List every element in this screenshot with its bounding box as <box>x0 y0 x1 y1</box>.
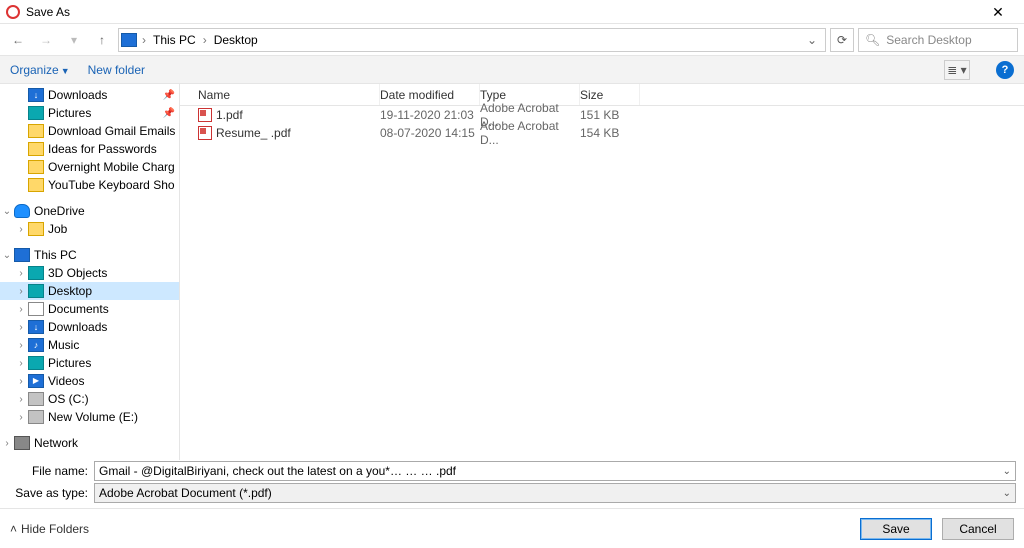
pictures-icon <box>28 356 44 370</box>
file-size: 151 KB <box>580 108 640 122</box>
tree-drive-e[interactable]: › New Volume (E:) <box>0 408 179 426</box>
pictures-icon <box>28 106 44 120</box>
chevron-right-icon: › <box>139 33 149 47</box>
crumb-desktop[interactable]: Desktop <box>212 33 260 47</box>
file-name: 1.pdf <box>216 108 243 122</box>
tree-music[interactable]: › Music <box>0 336 179 354</box>
drive-icon <box>28 392 44 406</box>
recent-dropdown[interactable]: ▾ <box>62 28 86 52</box>
hide-folders-toggle[interactable]: ˄ Hide Folders <box>10 522 89 536</box>
this-pc-icon <box>14 248 30 262</box>
tree-item[interactable]: Overnight Mobile Chargin <box>0 158 179 176</box>
back-button[interactable]: ← <box>6 28 30 52</box>
file-name: Resume_ .pdf <box>216 126 291 140</box>
nav-tree[interactable]: Downloads📌 Pictures📌 Download Gmail Emai… <box>0 84 180 460</box>
col-date[interactable]: Date modified <box>380 84 480 105</box>
chevron-down-icon[interactable]: ⌄ <box>1003 466 1011 477</box>
file-type: Adobe Acrobat D... <box>480 119 580 147</box>
col-name[interactable]: Name <box>180 84 380 105</box>
footer-bar: ˄ Hide Folders Save Cancel <box>0 508 1024 548</box>
file-list: Name Date modified Type Size 1.pdf 19-11… <box>180 84 1024 460</box>
drive-icon <box>28 410 44 424</box>
pin-icon: 📌 <box>163 108 175 119</box>
file-size: 154 KB <box>580 126 640 140</box>
save-button[interactable]: Save <box>860 518 932 540</box>
videos-icon <box>28 374 44 388</box>
file-row[interactable]: 1.pdf 19-11-2020 21:03 Adobe Acrobat D..… <box>180 106 1024 124</box>
network-icon <box>14 436 30 450</box>
tree-downloads[interactable]: Downloads📌 <box>0 86 179 104</box>
expand-icon[interactable]: ⌄ <box>0 250 14 261</box>
tree-desktop[interactable]: › Desktop <box>0 282 179 300</box>
filename-input[interactable]: Gmail - @DigitalBiriyani, check out the … <box>94 461 1016 481</box>
saveastype-label: Save as type: <box>8 486 88 500</box>
tree-item[interactable]: YouTube Keyboard Shortcu <box>0 176 179 194</box>
col-size[interactable]: Size <box>580 84 640 105</box>
file-row[interactable]: Resume_ .pdf 08-07-2020 14:15 Adobe Acro… <box>180 124 1024 142</box>
toolbar: Organize▼ New folder ≣ ▾ ? <box>0 56 1024 84</box>
downloads-icon <box>28 320 44 334</box>
chevron-up-icon: ˄ <box>10 522 17 536</box>
pc-icon <box>121 33 137 47</box>
view-options-button[interactable]: ≣ ▾ <box>944 60 970 80</box>
folder-icon <box>28 124 44 138</box>
window-title: Save As <box>26 5 70 19</box>
folder-icon <box>28 222 44 236</box>
tree-videos[interactable]: › Videos <box>0 372 179 390</box>
tree-item[interactable]: Download Gmail Emails <box>0 122 179 140</box>
documents-icon <box>28 302 44 316</box>
close-button[interactable]: ✕ <box>978 0 1018 24</box>
folder-icon <box>28 178 44 192</box>
pdf-icon <box>198 126 212 140</box>
music-icon <box>28 338 44 352</box>
search-placeholder: Search Desktop <box>886 33 971 47</box>
chevron-right-icon: › <box>200 33 210 47</box>
tree-network[interactable]: › Network <box>0 434 179 452</box>
folder-icon <box>28 160 44 174</box>
tree-pictures[interactable]: Pictures📌 <box>0 104 179 122</box>
forward-button[interactable]: → <box>34 28 58 52</box>
tree-this-pc[interactable]: ⌄ This PC <box>0 246 179 264</box>
tree-onedrive-job[interactable]: › Job <box>0 220 179 238</box>
pin-icon: 📌 <box>163 90 175 101</box>
tree-documents[interactable]: › Documents <box>0 300 179 318</box>
expand-icon[interactable]: › <box>14 224 28 235</box>
file-date: 19-11-2020 21:03 <box>380 108 480 122</box>
search-input[interactable]: 🔍︎ Search Desktop <box>858 28 1018 52</box>
organize-menu[interactable]: Organize▼ <box>10 63 70 77</box>
path-dropdown-icon[interactable]: ⌄ <box>801 33 823 47</box>
expand-icon[interactable]: ⌄ <box>0 206 14 217</box>
expand-icon[interactable]: › <box>0 438 14 449</box>
filename-label: File name: <box>8 464 88 478</box>
content-area: Downloads📌 Pictures📌 Download Gmail Emai… <box>0 84 1024 460</box>
save-form: File name: Gmail - @DigitalBiriyani, che… <box>0 460 1024 548</box>
help-button[interactable]: ? <box>996 61 1014 79</box>
folder-icon <box>28 142 44 156</box>
crumb-this-pc[interactable]: This PC <box>151 33 198 47</box>
pdf-icon <box>198 108 212 122</box>
column-headers: Name Date modified Type Size <box>180 84 1024 106</box>
folder-icon <box>28 266 44 280</box>
tree-downloads-pc[interactable]: › Downloads <box>0 318 179 336</box>
cancel-button[interactable]: Cancel <box>942 518 1014 540</box>
tree-pictures-pc[interactable]: › Pictures <box>0 354 179 372</box>
saveastype-select[interactable]: Adobe Acrobat Document (*.pdf) ⌄ <box>94 483 1016 503</box>
file-date: 08-07-2020 14:15 <box>380 126 480 140</box>
downloads-icon <box>28 88 44 102</box>
search-icon: 🔍︎ <box>865 33 880 47</box>
tree-drive-c[interactable]: › OS (C:) <box>0 390 179 408</box>
tree-onedrive[interactable]: ⌄ OneDrive <box>0 202 179 220</box>
nav-row: ← → ▾ ↑ › This PC › Desktop ⌄ ⟳ 🔍︎ Searc… <box>0 24 1024 56</box>
breadcrumb-bar[interactable]: › This PC › Desktop ⌄ <box>118 28 826 52</box>
desktop-icon <box>28 284 44 298</box>
new-folder-button[interactable]: New folder <box>88 63 145 77</box>
onedrive-icon <box>14 204 30 218</box>
tree-3d-objects[interactable]: › 3D Objects <box>0 264 179 282</box>
tree-item[interactable]: Ideas for Passwords <box>0 140 179 158</box>
app-icon <box>6 5 20 19</box>
refresh-button[interactable]: ⟳ <box>830 28 854 52</box>
chevron-down-icon[interactable]: ⌄ <box>1003 488 1011 499</box>
up-button[interactable]: ↑ <box>90 28 114 52</box>
title-bar: Save As ✕ <box>0 0 1024 24</box>
